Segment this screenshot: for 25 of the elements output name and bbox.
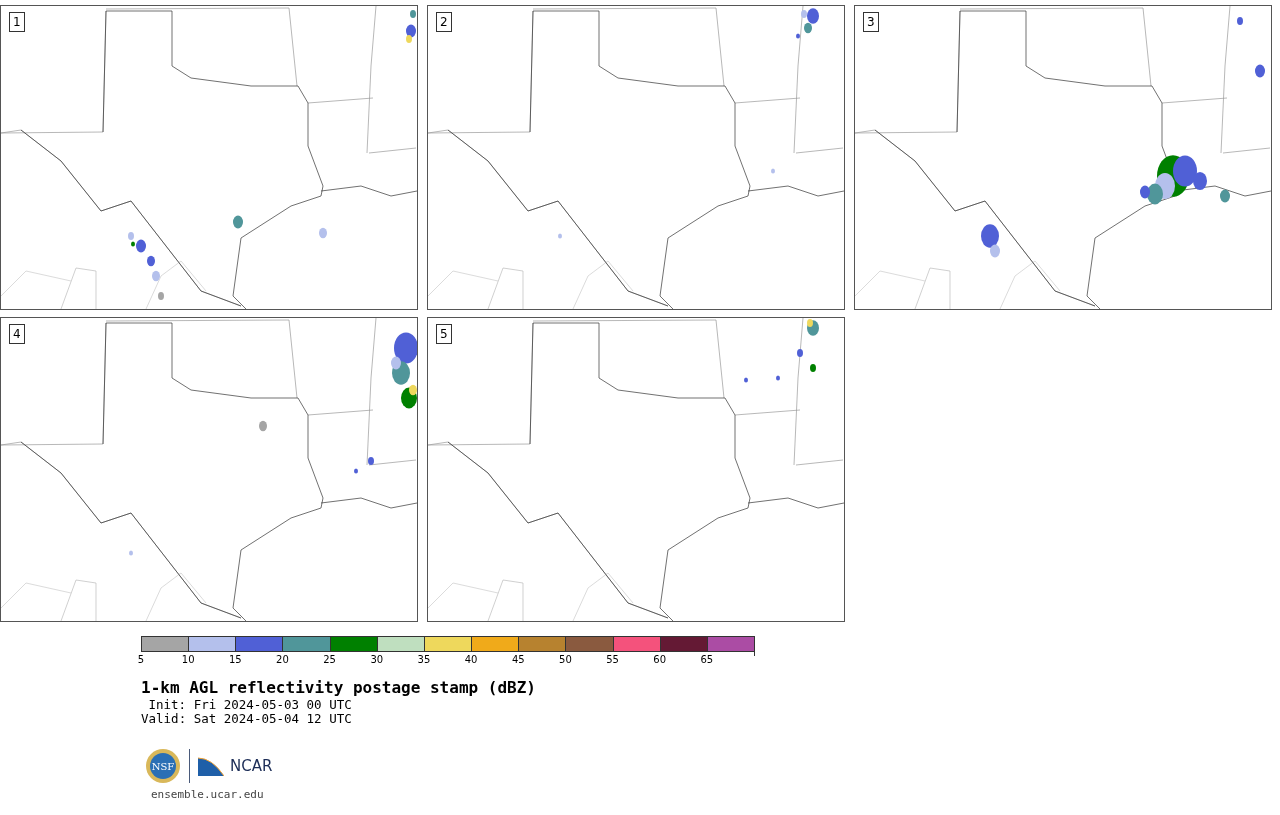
- colorbar-tick-label: 55: [606, 654, 619, 666]
- website-url: ensemble.ucar.edu: [150, 788, 265, 801]
- colorbar-tick-label: 35: [417, 654, 431, 666]
- colorbar-tick-label: 50: [559, 654, 572, 666]
- colorbar-tick-label: 45: [511, 654, 525, 666]
- colorbar-tick-label: 25: [323, 654, 336, 666]
- panel-number: 3: [863, 12, 879, 32]
- init-time: Init: Fri 2024-05-03 00 UTC: [147, 698, 353, 712]
- chart-title: 1-km AGL reflectivity postage stamp (dBZ): [141, 678, 537, 698]
- colorbar-tick-label: 40: [464, 654, 478, 666]
- panel-number: 4: [9, 324, 25, 344]
- colorbar-tick-label: 15: [228, 654, 242, 666]
- ncar-logo-icon: [198, 756, 224, 776]
- panel-number: 5: [436, 324, 452, 344]
- nsf-logo: NSF: [145, 748, 181, 784]
- colorbar-tick-label: 5: [137, 654, 145, 666]
- panel-number: 1: [9, 12, 25, 32]
- colorbar-tick-label: 65: [700, 654, 714, 666]
- valid-time: Valid: Sat 2024-05-04 12 UTC: [141, 712, 353, 726]
- colorbar-tick-label: 60: [653, 654, 667, 666]
- colorbar-tick-label: 30: [370, 654, 384, 666]
- colorbar-tick-label: 20: [276, 654, 289, 666]
- ncar-logo-text: NCAR: [230, 757, 273, 775]
- panel-number: 2: [436, 12, 452, 32]
- colorbar-tick-label: 10: [181, 654, 195, 666]
